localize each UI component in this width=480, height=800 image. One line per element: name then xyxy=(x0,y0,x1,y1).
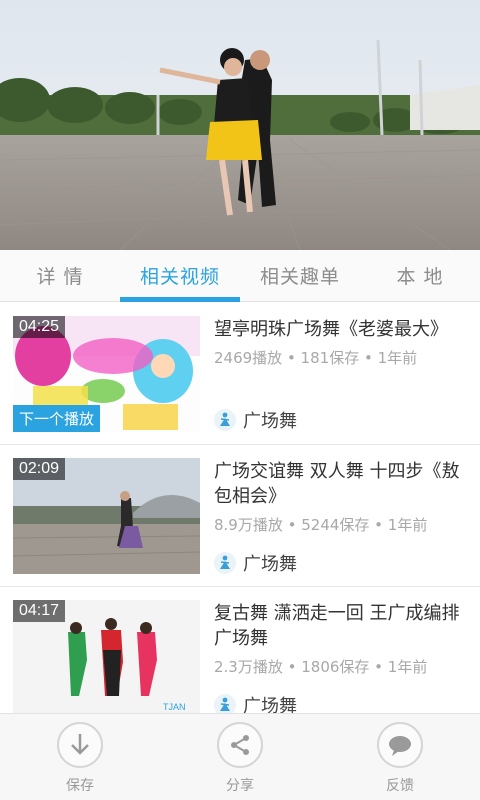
feedback-label: 反馈 xyxy=(386,778,414,794)
video-title[interactable]: 复古舞 潇洒走一回 王广成编排广场舞 xyxy=(214,601,469,651)
tab-local[interactable]: 本 地 xyxy=(360,250,480,301)
video-thumbnail[interactable]: 04:25 下一个播放 xyxy=(13,316,200,432)
video-meta: 2.3万播放 • 1806保存 • 1年前 xyxy=(214,658,428,676)
category-label: 广场舞 xyxy=(243,411,297,432)
list-item[interactable]: 04:25 下一个播放 望亭明珠广场舞《老婆最大》 2469播放 • 181保存… xyxy=(0,303,480,445)
share-label: 分享 xyxy=(226,778,254,794)
save-label: 保存 xyxy=(66,778,94,794)
bottom-action-bar: 保存 分享 反馈 xyxy=(0,713,480,800)
video-category[interactable]: 广场舞 xyxy=(214,550,297,576)
dancer-icon xyxy=(214,409,236,431)
video-duration: 02:09 xyxy=(13,458,66,480)
video-frame-image xyxy=(0,0,480,250)
video-thumbnail[interactable]: TJAN 04:17 xyxy=(13,600,200,713)
feedback-icon xyxy=(377,722,423,768)
video-category[interactable]: 广场舞 xyxy=(214,692,297,713)
tab-related-videos[interactable]: 相关视频 xyxy=(120,250,240,302)
save-button[interactable]: 保存 xyxy=(0,714,160,800)
video-title[interactable]: 广场交谊舞 双人舞 十四步《敖包相会》 xyxy=(214,459,469,509)
category-label: 广场舞 xyxy=(243,554,297,575)
video-meta: 8.9万播放 • 5244保存 • 1年前 xyxy=(214,516,428,534)
tab-details[interactable]: 详 情 xyxy=(0,250,120,301)
next-play-badge: 下一个播放 xyxy=(13,405,101,432)
category-label: 广场舞 xyxy=(243,696,297,713)
video-duration: 04:17 xyxy=(13,600,66,622)
tab-bar: 详 情 相关视频 相关趣单 本 地 xyxy=(0,250,480,302)
list-item[interactable]: TJAN 04:17 复古舞 潇洒走一回 王广成编排广场舞 2.3万播放 • 1… xyxy=(0,587,480,713)
video-category[interactable]: 广场舞 xyxy=(214,407,297,433)
related-video-list: 04:25 下一个播放 望亭明珠广场舞《老婆最大》 2469播放 • 181保存… xyxy=(0,303,480,713)
video-player[interactable] xyxy=(0,0,480,250)
list-item[interactable]: 02:09 广场交谊舞 双人舞 十四步《敖包相会》 8.9万播放 • 5244保… xyxy=(0,445,480,587)
dancer-icon xyxy=(214,694,236,713)
share-icon xyxy=(217,722,263,768)
feedback-button[interactable]: 反馈 xyxy=(320,714,480,800)
download-icon xyxy=(57,722,103,768)
video-thumbnail[interactable]: 02:09 xyxy=(13,458,200,574)
share-button[interactable]: 分享 xyxy=(160,714,320,800)
video-title[interactable]: 望亭明珠广场舞《老婆最大》 xyxy=(214,317,469,342)
svg-text:TJAN: TJAN xyxy=(163,702,186,712)
video-duration: 04:25 xyxy=(13,316,66,338)
tab-related-lists[interactable]: 相关趣单 xyxy=(240,250,360,301)
video-meta: 2469播放 • 181保存 • 1年前 xyxy=(214,349,418,367)
dancer-icon xyxy=(214,552,236,574)
